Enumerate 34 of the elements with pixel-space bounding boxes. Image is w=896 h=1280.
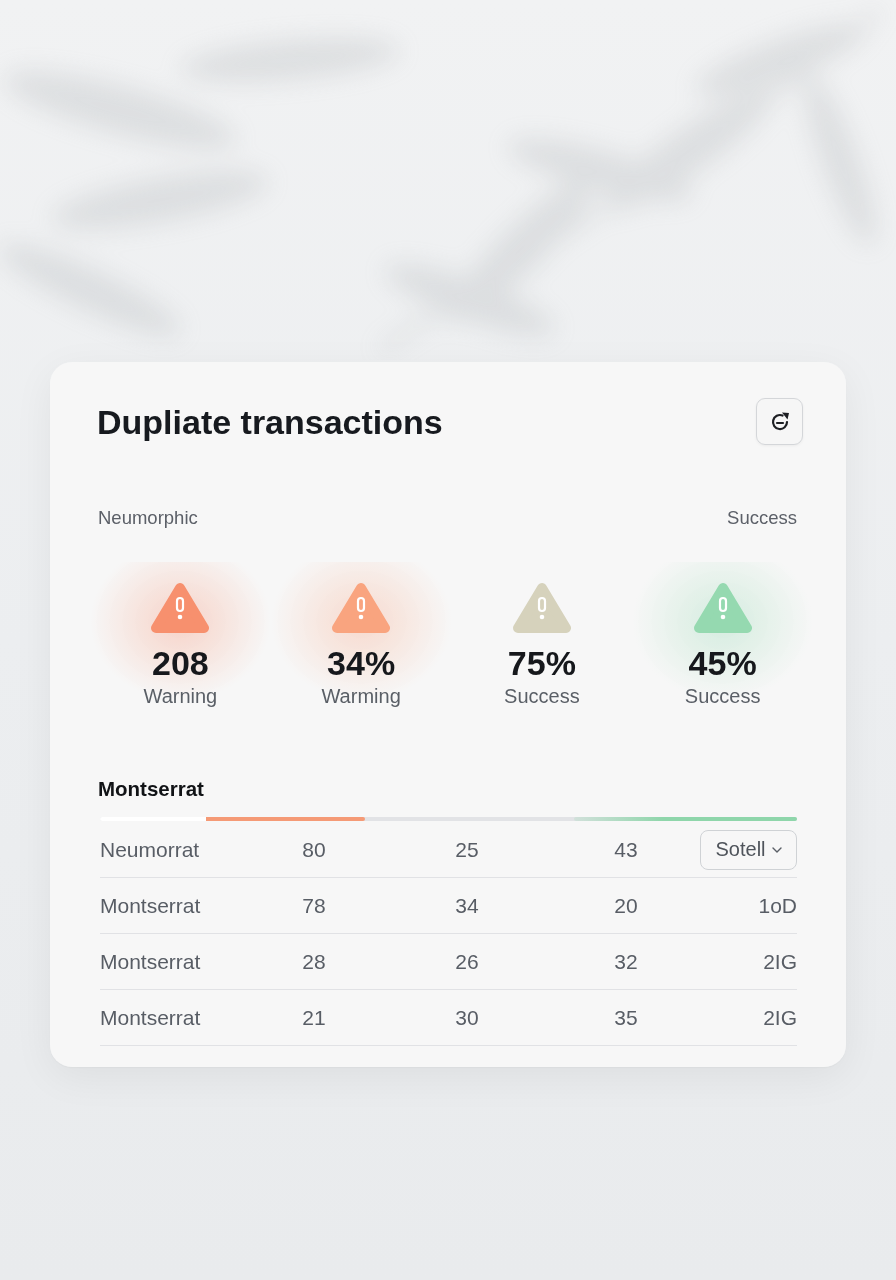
table-cell: 1oD <box>758 893 797 918</box>
table-cell: 32 <box>614 949 638 974</box>
metric-label: Warning <box>143 685 218 707</box>
dropdown-button[interactable]: Sotell <box>700 829 797 870</box>
status-label: Success <box>727 508 797 528</box>
table-cell: 28 <box>302 949 326 974</box>
table-cell: 34 <box>455 893 479 918</box>
table-cell-text: Montserrat <box>100 949 202 974</box>
metric-label: Warming <box>321 685 401 707</box>
table-cell: 43 <box>614 837 638 862</box>
table-cell: 25 <box>455 837 479 862</box>
table-cell: 2IG <box>763 1005 797 1030</box>
table-cell: 26 <box>455 949 479 974</box>
refresh-button[interactable] <box>756 398 803 445</box>
metric-value: 208 <box>152 645 209 681</box>
table-cell-text: Montserrat <box>100 893 202 918</box>
table-cell: 78 <box>302 893 326 918</box>
metric-label: Success <box>504 685 580 707</box>
table-cell: 2IG <box>763 949 797 974</box>
table-cell: 20 <box>614 893 638 918</box>
metric-label: Success <box>684 685 761 707</box>
table-cell: 80 <box>302 837 326 862</box>
table-cell: 30 <box>455 1005 479 1030</box>
chevron-down-icon <box>771 846 782 853</box>
metric-value: 45% <box>688 645 757 681</box>
metric-value: 34% <box>327 645 396 681</box>
table-cell: 35 <box>614 1005 638 1030</box>
metric-value: 75% <box>507 645 576 681</box>
category-label: Neumorphic <box>98 508 198 528</box>
table-cell-text: Neumorrat <box>100 837 201 862</box>
table-cell: 21 <box>302 1005 326 1030</box>
table-cell-text: Montserrat <box>100 1005 202 1030</box>
card-title: Dupliate transactions <box>97 401 443 442</box>
section-title: Montserrat <box>98 778 204 800</box>
